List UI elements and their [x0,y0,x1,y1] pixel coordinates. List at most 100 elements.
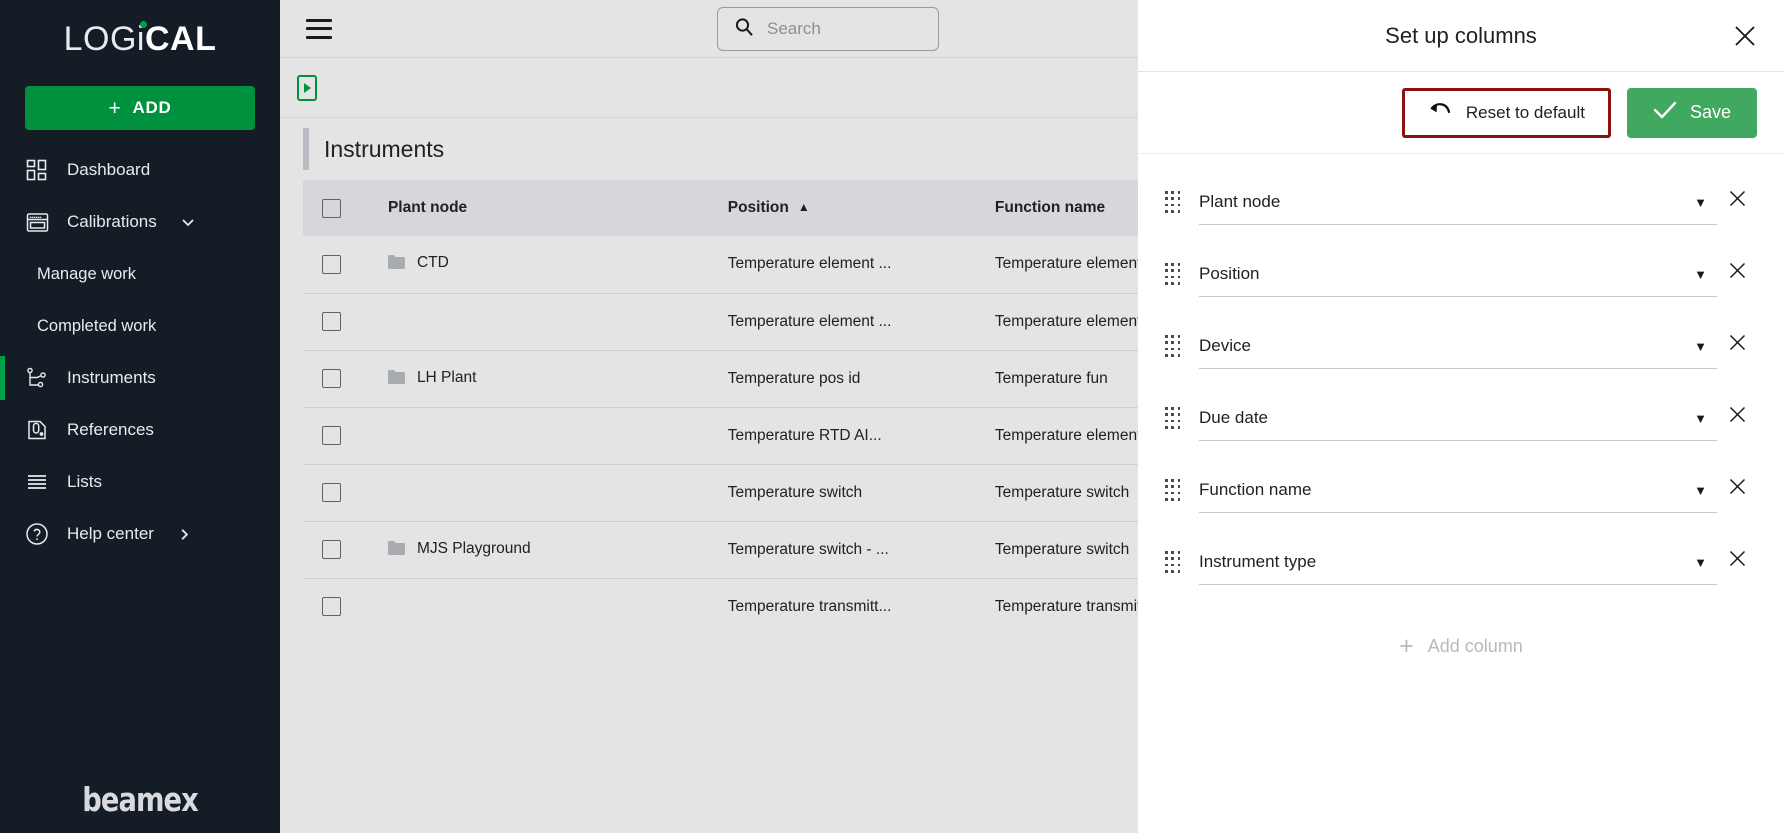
check-icon [1653,100,1677,125]
remove-column-icon[interactable] [1717,261,1757,280]
cell-plant-node [388,407,728,464]
app-root: LOGiCAL + ADD Dashboard Calibrations Man… [0,0,1784,833]
remove-column-icon[interactable] [1717,549,1757,568]
sidebar-item-references[interactable]: References [0,404,280,456]
panel-title: Set up columns [1385,22,1537,48]
save-button[interactable]: Save [1626,87,1757,138]
column-select-field[interactable]: Position ▼ [1199,252,1717,297]
cell-position: Temperature switch [727,483,863,501]
search-input[interactable] [767,19,917,39]
sidebar-nav: Dashboard Calibrations Manage work Compl… [0,144,280,560]
save-button-label: Save [1689,102,1731,122]
drag-handle-icon[interactable] [1165,335,1187,357]
add-button-label: ADD [132,98,172,117]
plus-icon: + [108,96,122,120]
sidebar-item-completed-work[interactable]: Completed work [0,300,280,352]
remove-column-icon[interactable] [1717,189,1757,208]
select-all-checkbox[interactable] [322,198,341,218]
search-input-wrapper[interactable] [717,7,939,51]
sidebar-item-instruments[interactable]: Instruments [0,352,280,404]
logo-part-i: i [136,19,145,58]
column-label: Function name [1199,480,1312,499]
chevron-down-icon[interactable]: ▼ [1688,263,1713,286]
column-label: Due date [1199,408,1268,427]
column-row: Function name ▼ [1165,468,1757,540]
row-checkbox[interactable] [322,312,341,331]
column-list: Plant node ▼ Position ▼ Device ▼ Due dat… [1138,154,1784,659]
cell-plant-node [388,578,728,635]
select-all-header [303,180,388,236]
add-column-label: Add column [1427,636,1523,656]
logo-part-2: CAL [144,19,217,58]
add-column-button[interactable]: + Add column [1165,634,1757,659]
column-row: Position ▼ [1165,252,1757,324]
help-icon [24,521,50,547]
sidebar-item-dashboard[interactable]: Dashboard [0,144,280,196]
column-header-plant-node[interactable]: Plant node [388,180,728,236]
expand-panel-icon[interactable] [297,74,317,101]
sort-asc-icon: ▲ [797,200,810,214]
chevron-down-icon[interactable]: ▼ [1688,335,1713,358]
sidebar-item-help-center[interactable]: Help center [0,508,280,560]
chevron-down-icon[interactable]: ▼ [1688,191,1713,214]
sidebar-item-lists[interactable]: Lists [0,456,280,508]
sidebar-item-label: Instruments [67,368,156,387]
instruments-icon [24,365,50,391]
remove-column-icon[interactable] [1717,333,1757,352]
folder-icon [387,369,405,389]
column-row: Device ▼ [1165,324,1757,396]
close-icon[interactable] [1728,19,1762,53]
column-row: Due date ▼ [1165,396,1757,468]
search-icon [734,17,754,42]
chevron-down-icon[interactable]: ▼ [1688,479,1713,502]
row-select-cell [303,236,388,293]
row-checkbox[interactable] [322,540,341,559]
panel-header: Set up columns [1138,0,1784,72]
cell-text: MJS Playground [416,539,531,557]
column-label: Device [1199,336,1251,355]
row-checkbox[interactable] [322,369,341,388]
cell-position: Temperature switch - ... [727,540,889,558]
setup-columns-panel: Set up columns Reset to default Save Pla… [1138,0,1784,833]
column-select-field[interactable]: Device ▼ [1199,324,1717,369]
row-checkbox[interactable] [322,426,341,445]
lists-icon [24,469,50,495]
reset-to-default-button[interactable]: Reset to default [1401,87,1611,138]
column-select-field[interactable]: Plant node ▼ [1199,180,1717,225]
chevron-down-icon[interactable]: ▼ [1688,407,1713,430]
column-label: Instrument type [1199,552,1317,571]
chevron-down-icon[interactable]: ▼ [1688,551,1713,574]
drag-handle-icon[interactable] [1165,479,1187,501]
column-select-field[interactable]: Due date ▼ [1199,396,1717,441]
hamburger-icon[interactable] [306,18,332,39]
logo-part-1: LOG [63,19,137,58]
remove-column-icon[interactable] [1717,405,1757,424]
column-label: Plant node [1199,192,1281,211]
drag-handle-icon[interactable] [1165,263,1187,285]
drag-handle-icon[interactable] [1165,191,1187,213]
cell-text: LH Plant [416,368,477,386]
remove-column-icon[interactable] [1717,477,1757,496]
sidebar-item-label: Completed work [37,316,157,335]
cell-position: Temperature element ... [727,312,892,330]
row-checkbox[interactable] [322,254,341,274]
row-checkbox[interactable] [322,483,341,502]
sidebar-item-calibrations[interactable]: Calibrations [0,196,280,248]
cell-plant-node [388,464,728,521]
column-select-field[interactable]: Function name ▼ [1199,468,1717,513]
add-button[interactable]: + ADD [25,86,255,130]
cell-position: Temperature pos id [727,369,861,387]
chevron-right-icon[interactable] [177,527,192,542]
column-label: Position [1199,264,1260,283]
column-header-position[interactable]: Position ▲ [728,180,995,236]
drag-handle-icon[interactable] [1165,551,1187,573]
chevron-down-icon[interactable] [180,214,196,230]
sidebar-item-manage-work[interactable]: Manage work [0,248,280,300]
row-checkbox[interactable] [322,597,341,617]
dashboard-icon [24,157,50,183]
column-select-field[interactable]: Instrument type ▼ [1199,540,1717,585]
drag-handle-icon[interactable] [1165,407,1187,429]
plus-icon: + [1399,632,1414,660]
cell-position: Temperature RTD AI... [727,426,882,444]
undo-arrow-icon [1428,101,1452,124]
